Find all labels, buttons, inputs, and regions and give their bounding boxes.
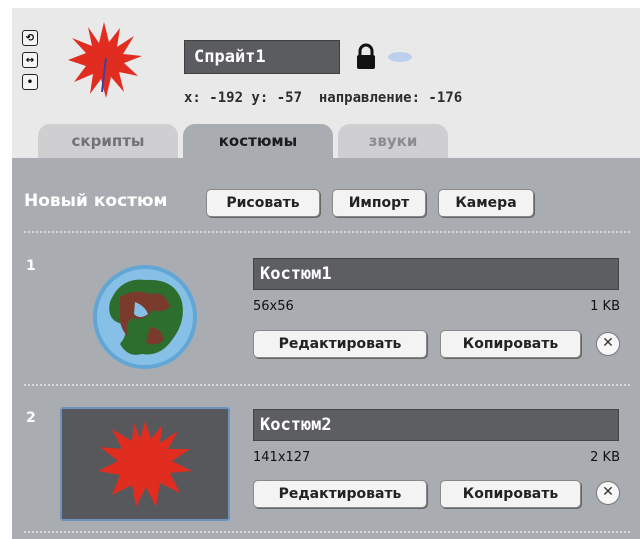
- costume1-copy-button[interactable]: Копировать: [440, 330, 581, 358]
- costume2-delete-icon[interactable]: ✕: [596, 481, 620, 505]
- separator: [24, 231, 630, 233]
- costume1-dimensions: 56x56: [253, 299, 294, 314]
- costume2-dimensions: 141x127: [253, 450, 311, 465]
- separator: [24, 531, 630, 533]
- costume2-selected-frame[interactable]: [60, 407, 230, 521]
- costume2-thumbnail: [98, 421, 192, 507]
- costume1-edit-button[interactable]: Редактировать: [253, 330, 427, 358]
- costume-number: 2: [26, 410, 36, 426]
- tab-sounds[interactable]: звуки: [338, 124, 448, 158]
- rotate-icon[interactable]: ⟲: [22, 30, 38, 46]
- no-rotate-icon[interactable]: •: [22, 74, 38, 90]
- tab-costumes[interactable]: костюмы: [183, 124, 333, 160]
- paint-button[interactable]: Рисовать: [206, 189, 320, 217]
- costume1-name-field[interactable]: Костюм1: [253, 258, 619, 290]
- costume2-edit-button[interactable]: Редактировать: [253, 480, 427, 508]
- costume1-thumbnail[interactable]: [90, 262, 200, 372]
- costume2-name-field[interactable]: Костюм2: [253, 409, 619, 441]
- costume1-size: 1 KB: [590, 299, 620, 314]
- sprite-position-info: x: -192 y: -57 направление: -176: [184, 90, 463, 106]
- sprite-thumbnail: [68, 22, 142, 98]
- costume2-copy-button[interactable]: Копировать: [440, 480, 581, 508]
- import-button[interactable]: Импорт: [332, 189, 426, 217]
- costume2-size: 2 KB: [590, 450, 620, 465]
- flip-icon[interactable]: ↔: [22, 52, 38, 68]
- separator: [24, 384, 630, 386]
- scratch-sprite-panel: ⟲ ↔ • Спрайт1 x: -192 y: -57 направление…: [0, 0, 640, 539]
- camera-button[interactable]: Камера: [438, 189, 534, 217]
- costume1-delete-icon[interactable]: ✕: [596, 332, 620, 356]
- new-costume-label: Новый костюм: [24, 191, 168, 211]
- sprite-name-field[interactable]: Спрайт1: [184, 40, 340, 74]
- tab-scripts[interactable]: скрипты: [38, 124, 178, 158]
- direction-indicator: [388, 52, 412, 62]
- lock-icon[interactable]: [355, 42, 377, 72]
- costume-number: 1: [26, 258, 36, 274]
